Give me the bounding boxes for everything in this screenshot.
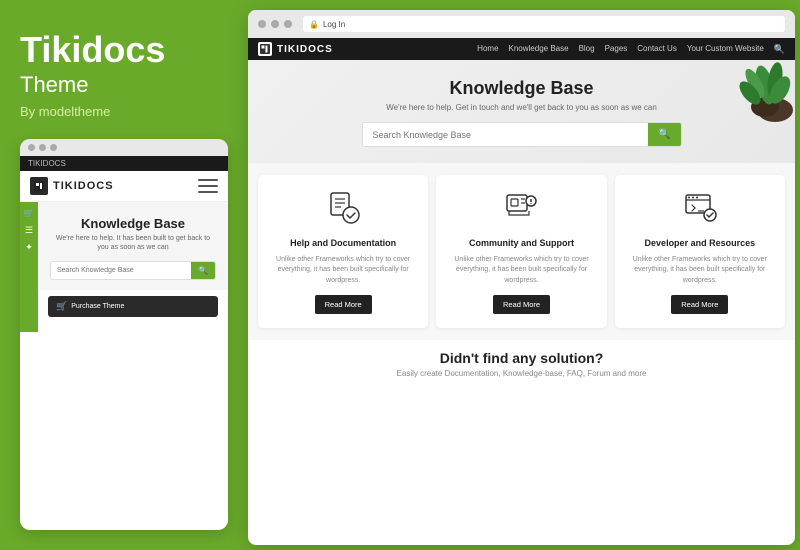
mobile-preview-card: TIKIDOCS TIKIDOCS 🛒 ☰ ✦ Knowledge Base — [20, 139, 228, 530]
mobile-search-row: 🔍 — [50, 261, 216, 280]
nav-knowledge-base[interactable]: Knowledge Base — [509, 44, 569, 55]
chrome-dot-3 — [284, 20, 292, 28]
site-nav-bar: TIKIDOCS Home Knowledge Base Blog Pages … — [248, 38, 795, 60]
cards-section: Help and Documentation Unlike other Fram… — [248, 163, 795, 340]
hero-search-row: 🔍 — [362, 122, 682, 147]
card-2-button[interactable]: Read More — [493, 295, 550, 314]
card-2-desc: Unlike other Frameworks which try to cov… — [448, 255, 594, 287]
bottom-subtitle: Easily create Documentation, Knowledge-b… — [268, 369, 775, 378]
mobile-login-bar: TIKIDOCS — [20, 156, 228, 171]
sidebar-list-icon: ☰ — [25, 225, 33, 236]
mobile-logo-icon — [30, 177, 48, 195]
nav-home[interactable]: Home — [477, 44, 498, 55]
card-1-button[interactable]: Read More — [315, 295, 372, 314]
brand-author: By modeltheme — [20, 104, 228, 119]
card-3-title: Developer and Resources — [627, 238, 773, 250]
url-bar[interactable]: 🔒 Log In — [303, 16, 785, 32]
mobile-logo-text: TIKIDOCS — [53, 180, 114, 192]
purchase-cart-icon: 🛒 — [56, 301, 67, 312]
browser-window: 🔒 Log In TIKIDOCS Home Knowledge Base Bl… — [248, 10, 795, 545]
card-community: Community and Support Unlike other Frame… — [436, 175, 606, 328]
nav-contact[interactable]: Contact Us — [637, 44, 677, 55]
mobile-purchase-button[interactable]: 🛒 Purchase Theme — [48, 296, 218, 317]
mobile-hero-sub: We're here to help. It has been built to… — [50, 234, 216, 254]
card-help-docs: Help and Documentation Unlike other Fram… — [258, 175, 428, 328]
site-logo-icon — [258, 42, 272, 56]
card-icon-help — [270, 189, 416, 232]
hero-search-input[interactable] — [363, 123, 649, 146]
url-lock-icon: 🔒 — [309, 20, 319, 29]
hero-section: Knowledge Base We're here to help. Get i… — [248, 60, 795, 163]
bottom-title: Didn't find any solution? — [268, 350, 775, 366]
card-3-desc: Unlike other Frameworks which try to cov… — [627, 255, 773, 287]
brand-title: Tikidocs — [20, 30, 228, 70]
mobile-search-input[interactable] — [51, 262, 191, 279]
bottom-section: Didn't find any solution? Easily create … — [248, 340, 795, 388]
mobile-hero: Knowledge Base We're here to help. It ha… — [38, 202, 228, 291]
card-1-desc: Unlike other Frameworks which try to cov… — [270, 255, 416, 287]
nav-blog[interactable]: Blog — [579, 44, 595, 55]
hero-subtitle: We're here to help. Get in touch and we'… — [268, 103, 775, 112]
plant-decoration — [730, 60, 795, 125]
nav-search-icon[interactable]: 🔍 — [774, 44, 785, 55]
left-panel: Tikidocs Theme By modeltheme TIKIDOCS TI… — [0, 0, 248, 550]
card-developer: Developer and Resources Unlike other Fra… — [615, 175, 785, 328]
card-1-title: Help and Documentation — [270, 238, 416, 250]
hero-search-button[interactable]: 🔍 — [648, 123, 680, 146]
browser-chrome-bar: 🔒 Log In — [248, 10, 795, 38]
sidebar-star-icon: ✦ — [25, 242, 33, 253]
mobile-search-button[interactable]: 🔍 — [191, 262, 215, 279]
sidebar-cart-icon: 🛒 — [23, 208, 34, 219]
mobile-nav: TIKIDOCS — [20, 171, 228, 202]
mobile-window-dots — [20, 139, 228, 156]
card-icon-developer — [627, 189, 773, 232]
mobile-bottom: 🛒 Purchase Theme — [38, 290, 228, 323]
nav-pages[interactable]: Pages — [605, 44, 628, 55]
site-logo: TIKIDOCS — [258, 42, 333, 56]
brand-subtitle: Theme — [20, 72, 228, 98]
mobile-logo: TIKIDOCS — [30, 177, 114, 195]
dot-green — [50, 144, 57, 151]
dot-yellow — [39, 144, 46, 151]
chrome-dot-1 — [258, 20, 266, 28]
card-3-button[interactable]: Read More — [671, 295, 728, 314]
nav-custom[interactable]: Your Custom Website — [687, 44, 764, 55]
card-2-title: Community and Support — [448, 238, 594, 250]
site-logo-text: TIKIDOCS — [277, 44, 333, 55]
mobile-hero-title: Knowledge Base — [50, 216, 216, 231]
chrome-dot-2 — [271, 20, 279, 28]
url-text: Log In — [323, 20, 345, 29]
hamburger-icon[interactable] — [198, 179, 218, 193]
card-icon-community — [448, 189, 594, 232]
hero-title: Knowledge Base — [268, 78, 775, 99]
nav-links: Home Knowledge Base Blog Pages Contact U… — [477, 44, 785, 55]
dot-red — [28, 144, 35, 151]
